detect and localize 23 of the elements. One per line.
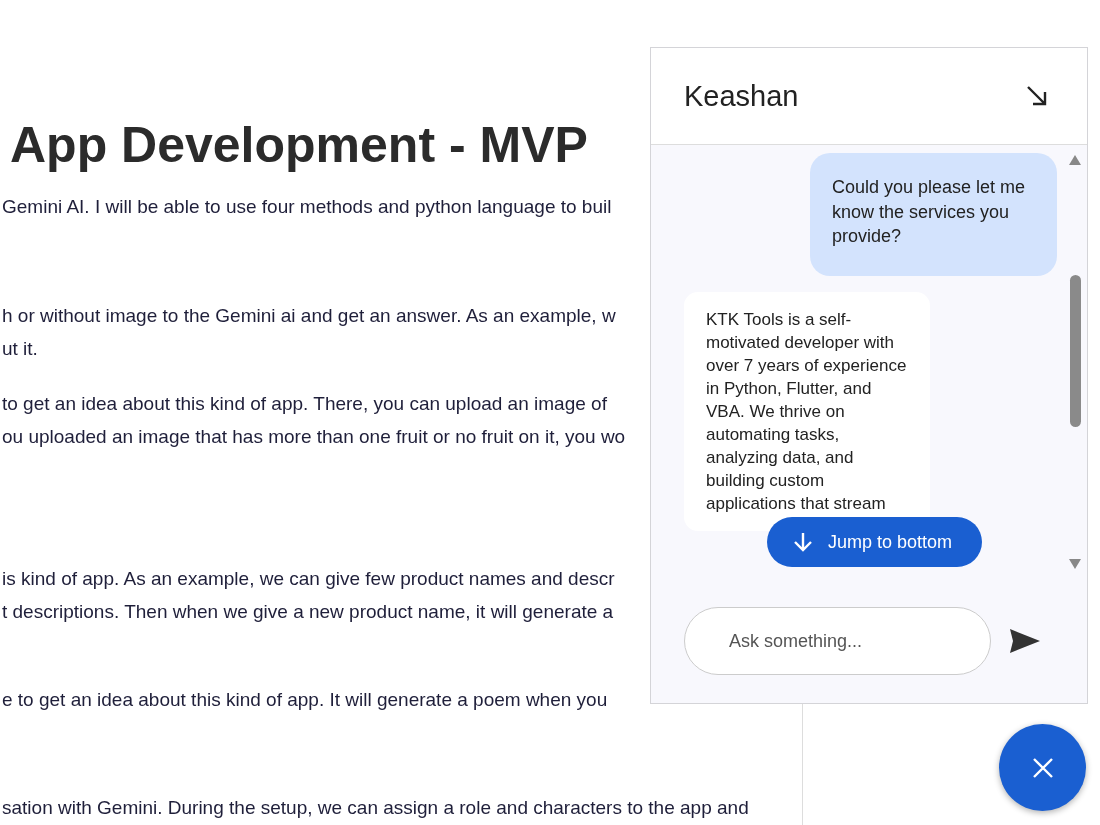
paragraph-text: ou uploaded an image that has more than one fruit or no fruit on it, you wo — [2, 425, 626, 449]
down-arrow-icon — [792, 531, 814, 553]
paragraph-text: ut it. — [2, 337, 38, 361]
chat-title: Keashan — [684, 79, 799, 113]
close-button[interactable] — [999, 724, 1086, 811]
minimize-icon[interactable] — [1025, 84, 1049, 108]
send-icon[interactable] — [1009, 628, 1041, 654]
jump-to-bottom-button[interactable]: Jump to bottom — [767, 517, 982, 567]
scroll-up-icon[interactable] — [1069, 155, 1081, 165]
close-icon — [1030, 755, 1055, 780]
paragraph-text: sation with Gemini. During the setup, we can assign a role and characters to the app and — [2, 796, 749, 820]
paragraph-text: t descriptions. Then when we give a new product name, it will generate a — [2, 600, 614, 624]
user-message: Could you please let me know the services you provide? — [810, 153, 1057, 276]
page-title: App Development - MVP — [10, 116, 588, 175]
paragraph-text: to get an idea about this kind of app. There, you can upload an image of — [2, 392, 607, 416]
paragraph-text: is kind of app. As an example, we can give few product names and descr — [2, 567, 615, 591]
bot-message: KTK Tools is a self-motivated developer with over 7 years of experience in Python, Flutter, and VBA. We thrive on automating tasks, analyzing data, and building custom applications that stream — [684, 291, 930, 531]
paragraph-text: e to get an idea about this kind of app. It will generate a poem when you — [2, 688, 608, 712]
message-input-field[interactable]: Ask something... — [684, 607, 991, 675]
scroll-down-icon[interactable] — [1069, 559, 1081, 569]
paragraph-text: Gemini AI. I will be able to use four methods and python language to buil — [2, 195, 612, 219]
paragraph-text: h or without image to the Gemini ai and get an answer. As an example, w — [2, 304, 616, 328]
scrollbar-thumb[interactable] — [1069, 275, 1081, 427]
